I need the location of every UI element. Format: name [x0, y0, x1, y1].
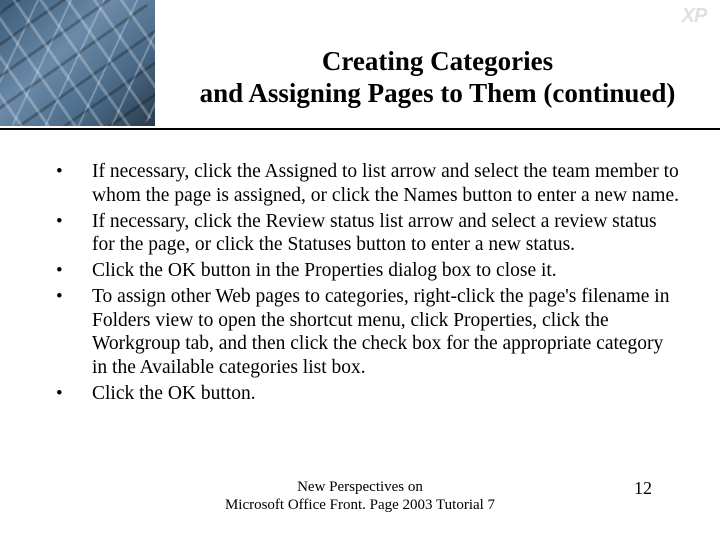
bullet-item: Click the OK button.	[48, 382, 680, 406]
bullet-item: If necessary, click the Review status li…	[48, 210, 680, 258]
slide: XP Creating Categories and Assigning Pag…	[0, 0, 720, 540]
slide-body: If necessary, click the Assigned to list…	[48, 160, 680, 408]
xp-badge-icon: XP	[672, 2, 716, 30]
header-divider	[0, 128, 720, 130]
footer-text: New Perspectives on Microsoft Office Fro…	[0, 478, 720, 514]
title-line-1: Creating Categories	[322, 46, 553, 76]
slide-title: Creating Categories and Assigning Pages …	[165, 46, 710, 110]
header-decorative-image	[0, 0, 155, 126]
footer-line-1: New Perspectives on	[297, 479, 423, 495]
bullet-item: Click the OK button in the Properties di…	[48, 259, 680, 283]
bullet-list: If necessary, click the Assigned to list…	[48, 160, 680, 406]
bullet-item: To assign other Web pages to categories,…	[48, 285, 680, 380]
slide-header: XP Creating Categories and Assigning Pag…	[0, 0, 720, 130]
slide-footer: New Perspectives on Microsoft Office Fro…	[0, 478, 720, 522]
footer-line-2: Microsoft Office Front. Page 2003 Tutori…	[225, 497, 495, 513]
title-line-2: and Assigning Pages to Them (continued)	[200, 78, 676, 108]
page-number: 12	[634, 478, 652, 499]
bullet-item: If necessary, click the Assigned to list…	[48, 160, 680, 208]
